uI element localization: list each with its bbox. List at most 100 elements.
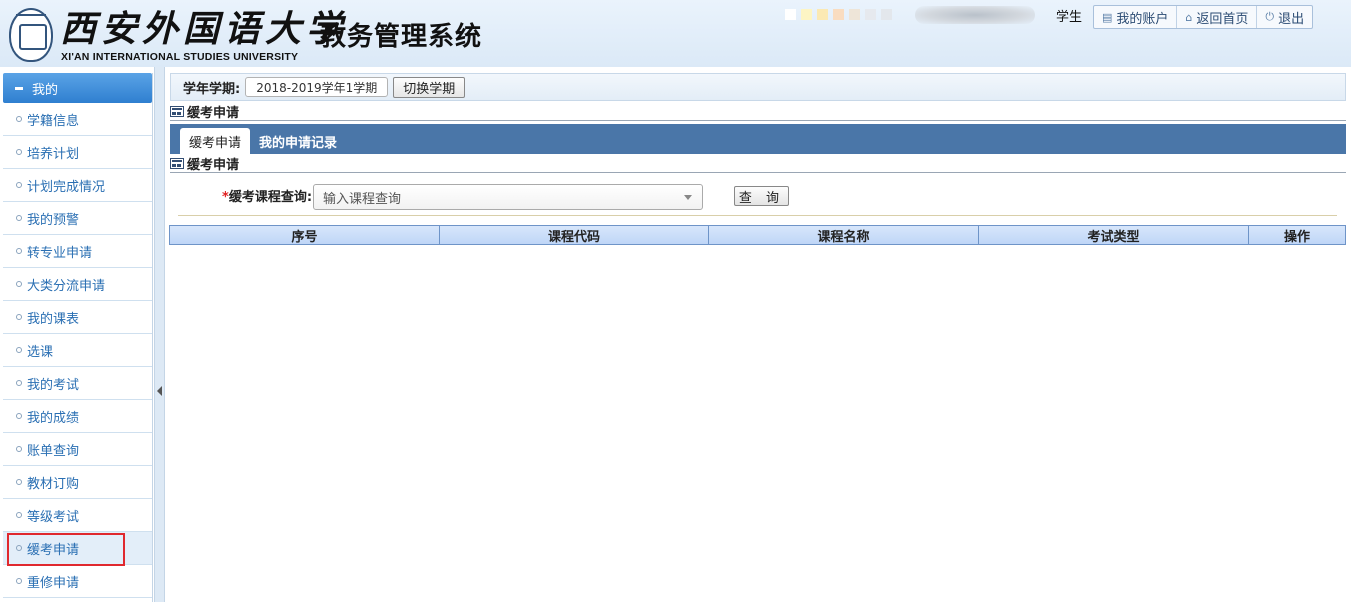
tab-bar: 缓考申请 我的申请记录 bbox=[170, 124, 1346, 154]
sidebar-item-label: 重修申请 bbox=[27, 575, 80, 591]
sidebar-item[interactable]: 培养计划 bbox=[3, 136, 152, 169]
required-mark: * bbox=[222, 190, 229, 205]
sidebar-item-label: 大类分流申请 bbox=[27, 278, 106, 294]
my-account-label: 我的账户 bbox=[1116, 11, 1169, 27]
theme-swatch[interactable] bbox=[833, 9, 844, 20]
tab-deferral-apply[interactable]: 缓考申请 bbox=[180, 128, 251, 154]
sidebar-item[interactable]: 我的考试 bbox=[3, 367, 152, 400]
power-icon: ⏻ bbox=[1265, 10, 1275, 23]
sidebar-item[interactable]: 我的课表 bbox=[3, 301, 152, 334]
sidebar-item-label: 我的成绩 bbox=[27, 410, 80, 426]
theme-swatch[interactable] bbox=[801, 9, 812, 20]
sub-section-title: 缓考申请 bbox=[170, 155, 1346, 173]
course-table-header: 序号 课程代码 课程名称 考试类型 操作 bbox=[169, 225, 1346, 245]
sidebar-item-label: 转专业申请 bbox=[27, 245, 93, 261]
collapse-left-arrow-icon[interactable] bbox=[157, 386, 162, 396]
sidebar-item-label: 选课 bbox=[27, 344, 54, 360]
query-button[interactable]: 查 询 bbox=[734, 186, 789, 206]
form-icon bbox=[170, 106, 184, 117]
theme-swatch[interactable] bbox=[785, 9, 796, 20]
sidebar-item-label: 我的课表 bbox=[27, 311, 80, 327]
home-icon: ⌂ bbox=[1185, 10, 1193, 24]
bullet-circle-icon bbox=[16, 347, 22, 353]
column-header-course-name[interactable]: 课程名称 bbox=[709, 226, 979, 245]
bullet-circle-icon bbox=[16, 512, 22, 518]
section-title: 缓考申请 bbox=[170, 103, 1346, 121]
sidebar-item[interactable]: 缓考申请 bbox=[3, 532, 152, 565]
sidebar-item-label: 教材订购 bbox=[27, 476, 80, 492]
sidebar-item-label: 计划完成情况 bbox=[27, 179, 106, 195]
theme-swatches[interactable] bbox=[785, 9, 892, 20]
course-query-row: *缓考课程查询: 输入课程查询 查 询 bbox=[170, 184, 1346, 210]
sidebar-item[interactable]: 学籍信息 bbox=[3, 103, 152, 136]
course-query-placeholder: 输入课程查询 bbox=[323, 191, 402, 207]
column-header-exam-type[interactable]: 考试类型 bbox=[979, 226, 1249, 245]
sidebar-item[interactable]: 账单查询 bbox=[3, 433, 152, 466]
sidebar-item-label: 账单查询 bbox=[27, 443, 80, 459]
course-query-label-text: 缓考课程查询: bbox=[228, 190, 313, 205]
course-query-label: *缓考课程查询: bbox=[222, 186, 312, 205]
sidebar-item[interactable]: 等级考试 bbox=[3, 499, 152, 532]
sidebar-item[interactable]: 选课 bbox=[3, 334, 152, 367]
sidebar-item[interactable]: 重修申请 bbox=[3, 565, 152, 598]
bullet-circle-icon bbox=[16, 215, 22, 221]
logout-link[interactable]: ⏻ 退出 bbox=[1257, 6, 1312, 28]
sidebar-item[interactable]: 我的预警 bbox=[3, 202, 152, 235]
bullet-circle-icon bbox=[16, 446, 22, 452]
user-role: 学生 bbox=[1056, 10, 1083, 25]
sidebar-splitter[interactable] bbox=[154, 67, 165, 602]
switch-term-button[interactable]: 切换学期 bbox=[393, 76, 466, 98]
sub-section-title-text: 缓考申请 bbox=[187, 158, 240, 173]
term-label: 学年学期: bbox=[183, 81, 241, 97]
page-header: 西安外国语大学 XI'AN INTERNATIONAL STUDIES UNIV… bbox=[0, 0, 1351, 67]
term-select[interactable]: 2018-2019学年1学期 bbox=[245, 77, 389, 97]
sidebar-item-label: 等级考试 bbox=[27, 509, 80, 525]
logout-label: 退出 bbox=[1278, 11, 1305, 27]
theme-swatch[interactable] bbox=[881, 9, 892, 20]
bullet-circle-icon bbox=[16, 545, 22, 551]
column-header-index[interactable]: 序号 bbox=[170, 226, 440, 245]
university-seal-logo bbox=[9, 8, 53, 62]
sidebar-item[interactable]: 转专业申请 bbox=[3, 235, 152, 268]
home-label: 返回首页 bbox=[1196, 11, 1249, 27]
column-header-actions[interactable]: 操作 bbox=[1249, 226, 1345, 245]
bullet-circle-icon bbox=[16, 314, 22, 320]
theme-swatch[interactable] bbox=[865, 9, 876, 20]
sidebar-item-label: 缓考申请 bbox=[27, 542, 80, 558]
bullet-circle-icon bbox=[16, 380, 22, 386]
bullet-circle-icon bbox=[16, 116, 22, 122]
bullet-circle-icon bbox=[16, 281, 22, 287]
sidebar-menu: 学籍信息培养计划计划完成情况 我的预警转专业申请大类分流申请 我的课表选课我的考试我… bbox=[3, 103, 152, 598]
divider bbox=[178, 215, 1337, 216]
bullet-circle-icon bbox=[16, 182, 22, 188]
top-links: ▤ 我的账户 ⌂ 返回首页 ⏻ 退出 bbox=[1093, 5, 1314, 29]
column-header-course-code[interactable]: 课程代码 bbox=[440, 226, 709, 245]
bullet-circle-icon bbox=[16, 578, 22, 584]
sidebar: 我的 学籍信息培养计划计划完成情况 我的预警转专业申请大类分流申请 我的课表选课我的… bbox=[3, 73, 153, 602]
section-title-text: 缓考申请 bbox=[187, 106, 240, 121]
my-account-link[interactable]: ▤ 我的账户 bbox=[1094, 6, 1178, 28]
term-bar: 学年学期: 2018-2019学年1学期 切换学期 bbox=[170, 73, 1346, 101]
sidebar-item[interactable]: 我的成绩 bbox=[3, 400, 152, 433]
tab-my-application-records[interactable]: 我的申请记录 bbox=[250, 128, 346, 154]
blurred-username bbox=[915, 6, 1035, 24]
sidebar-item-label: 我的预警 bbox=[27, 212, 80, 228]
sidebar-item-label: 学籍信息 bbox=[27, 113, 80, 129]
bullet-circle-icon bbox=[16, 479, 22, 485]
sidebar-item[interactable]: 教材订购 bbox=[3, 466, 152, 499]
sidebar-item[interactable]: 计划完成情况 bbox=[3, 169, 152, 202]
bullet-circle-icon bbox=[16, 413, 22, 419]
sidebar-item-label: 我的考试 bbox=[27, 377, 80, 393]
account-icon: ▤ bbox=[1102, 10, 1113, 24]
chevron-down-icon bbox=[684, 195, 692, 200]
sidebar-header[interactable]: 我的 bbox=[3, 73, 152, 103]
system-title: 教务管理系统 bbox=[320, 22, 483, 52]
sidebar-item-label: 培养计划 bbox=[27, 146, 80, 162]
form-icon bbox=[170, 158, 184, 169]
sidebar-header-label: 我的 bbox=[32, 82, 59, 98]
sidebar-item[interactable]: 大类分流申请 bbox=[3, 268, 152, 301]
theme-swatch[interactable] bbox=[817, 9, 828, 20]
course-query-select[interactable]: 输入课程查询 bbox=[313, 184, 703, 210]
theme-swatch[interactable] bbox=[849, 9, 860, 20]
home-link[interactable]: ⌂ 返回首页 bbox=[1177, 6, 1258, 28]
